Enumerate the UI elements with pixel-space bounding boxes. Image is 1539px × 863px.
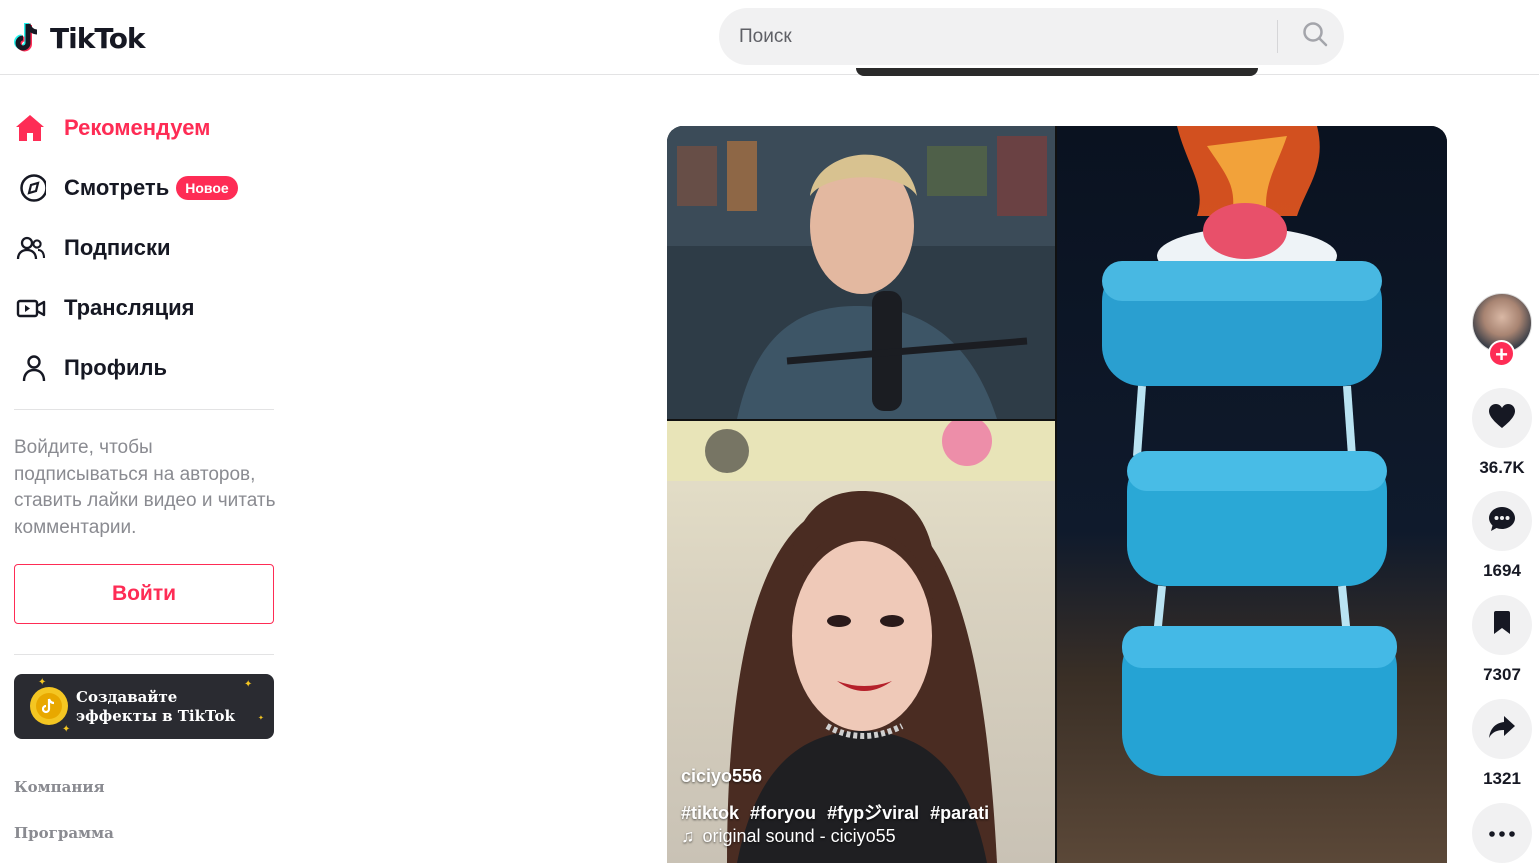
login-button[interactable]: Войти	[14, 564, 274, 624]
sparkle-icon: ✦	[62, 724, 71, 735]
video-panel-girl	[667, 421, 1055, 863]
follow-button[interactable]: +	[1488, 340, 1515, 367]
home-icon	[14, 112, 54, 144]
hashtag-link[interactable]: #foryou	[750, 803, 816, 823]
like-button[interactable]	[1472, 388, 1532, 448]
like-count: 36.7K	[1479, 458, 1525, 477]
tiktok-logo-icon	[14, 20, 46, 56]
sidebar-divider	[14, 654, 274, 655]
effects-banner-text: Создавайте эффекты в TikTok	[76, 688, 235, 725]
tiktok-logo[interactable]: TikTok	[14, 18, 146, 58]
search-icon	[1302, 21, 1328, 52]
hashtag-link[interactable]: #tiktok	[681, 803, 739, 823]
sidebar-item-explore[interactable]: Смотреть Новое	[14, 166, 238, 210]
comment-count: 1694	[1483, 561, 1521, 580]
sidebar-item-recommended[interactable]: Рекомендуем	[14, 106, 210, 150]
users-icon	[14, 232, 54, 264]
sidebar-divider	[14, 409, 274, 410]
profile-icon	[14, 352, 54, 384]
sidebar-item-label: Смотреть	[64, 175, 170, 200]
effects-banner[interactable]: ✦ ✦ ✦ ✦ Создавайте эффекты в TikTok	[14, 674, 274, 739]
sidebar-item-label: Подписки	[64, 235, 171, 260]
sidebar-item-label: Профиль	[64, 355, 167, 380]
comment-icon	[1488, 505, 1516, 538]
search-bar	[719, 8, 1344, 65]
effect-house-icon	[30, 687, 68, 725]
share-button[interactable]	[1472, 699, 1532, 759]
share-icon	[1488, 715, 1516, 744]
save-button[interactable]	[1472, 595, 1532, 655]
share-count: 1321	[1483, 769, 1521, 788]
sidebar-item-label: Рекомендуем	[64, 115, 211, 140]
sparkle-icon: ✦	[38, 677, 47, 688]
more-icon	[1489, 824, 1515, 842]
music-note-icon: ♫	[681, 826, 695, 846]
previous-video-edge	[856, 68, 1258, 76]
new-badge: Новое	[176, 176, 238, 200]
compass-icon	[14, 172, 54, 204]
bookmark-icon	[1492, 610, 1512, 640]
video-player[interactable]: ciciyo556 #tiktok #foryou #fypジviral #pa…	[667, 126, 1447, 863]
hashtag-link[interactable]: #parati	[930, 803, 989, 823]
comment-button[interactable]	[1472, 491, 1532, 551]
save-count: 7307	[1483, 665, 1521, 684]
video-panel-experiment	[1057, 126, 1447, 863]
sound-name: original sound - ciciyo55	[702, 826, 896, 846]
search-button[interactable]	[1285, 8, 1344, 65]
video-panel-streamer	[667, 126, 1055, 419]
heart-icon	[1488, 403, 1516, 434]
hashtag-link[interactable]: #fypジviral	[827, 803, 919, 823]
video-hashtags: #tiktok #foryou #fypジviral #parati	[681, 799, 995, 825]
sidebar-item-label: Трансляция	[64, 295, 195, 320]
top-header: TikTok	[0, 0, 1539, 76]
footer-link-company[interactable]: Компания	[14, 778, 105, 796]
sidebar-item-following[interactable]: Подписки	[14, 226, 171, 270]
search-input[interactable]	[739, 8, 1279, 65]
video-sound[interactable]: ♫ original sound - ciciyo55	[681, 826, 896, 847]
footer-link-program[interactable]: Программа	[14, 824, 114, 842]
search-divider	[1277, 20, 1278, 53]
live-icon	[14, 292, 54, 324]
sidebar-item-live[interactable]: Трансляция	[14, 286, 195, 330]
more-button[interactable]	[1472, 803, 1532, 863]
video-author[interactable]: ciciyo556	[681, 766, 762, 787]
sidebar-item-profile[interactable]: Профиль	[14, 346, 167, 390]
login-prompt: Войдите, чтобы подписываться на авторов,…	[14, 437, 276, 538]
logo-text: TikTok	[50, 21, 146, 55]
